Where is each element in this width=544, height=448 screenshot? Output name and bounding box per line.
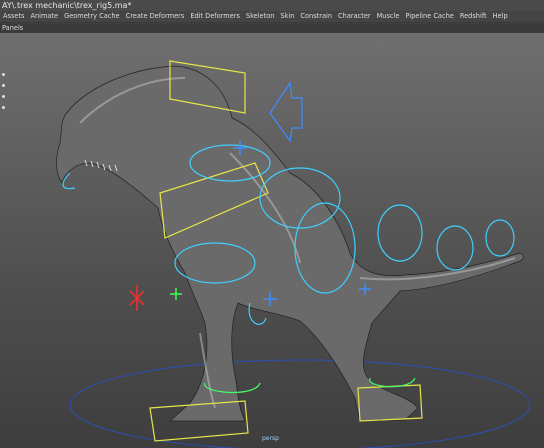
menu-redshift[interactable]: Redshift [457, 11, 490, 22]
window-title-bar: AY\.trex mechanic\trex_rig5.ma* [0, 0, 544, 11]
window-title: AY\.trex mechanic\trex_rig5.ma* [2, 1, 132, 10]
tail-circle-control-3 [485, 219, 515, 257]
menu-skeleton[interactable]: Skeleton [243, 11, 278, 22]
panels-menu[interactable]: Panels [2, 24, 23, 33]
panels-bar: Panels [0, 24, 544, 33]
tail-circle-control-1 [377, 204, 423, 262]
direction-arrow-control [269, 81, 303, 143]
menu-character[interactable]: Character [335, 11, 374, 22]
scene-render [56, 60, 531, 448]
menu-assets[interactable]: Assets [0, 11, 27, 22]
menu-animate[interactable]: Animate [27, 11, 61, 22]
menu-constrain[interactable]: Constrain [297, 11, 335, 22]
perspective-viewport[interactable]: persp [0, 33, 544, 448]
menu-geometry-cache[interactable]: Geometry Cache [61, 11, 122, 22]
trex-model [56, 65, 524, 422]
menu-pipeline-cache[interactable]: Pipeline Cache [402, 11, 456, 22]
menu-edit-deformers[interactable]: Edit Deformers [187, 11, 243, 22]
menu-create-deformers[interactable]: Create Deformers [123, 11, 188, 22]
ground-label: persp [262, 435, 279, 442]
tail-circle-control-2 [436, 225, 474, 271]
pole-vector-markers [170, 288, 182, 300]
main-menubar: Assets Animate Geometry Cache Create Def… [0, 11, 544, 23]
menu-help[interactable]: Help [490, 11, 511, 22]
ground-curve [69, 359, 531, 448]
menu-skin[interactable]: Skin [277, 11, 297, 22]
root-cross-marker [129, 285, 145, 311]
menu-muscle[interactable]: Muscle [374, 11, 403, 22]
